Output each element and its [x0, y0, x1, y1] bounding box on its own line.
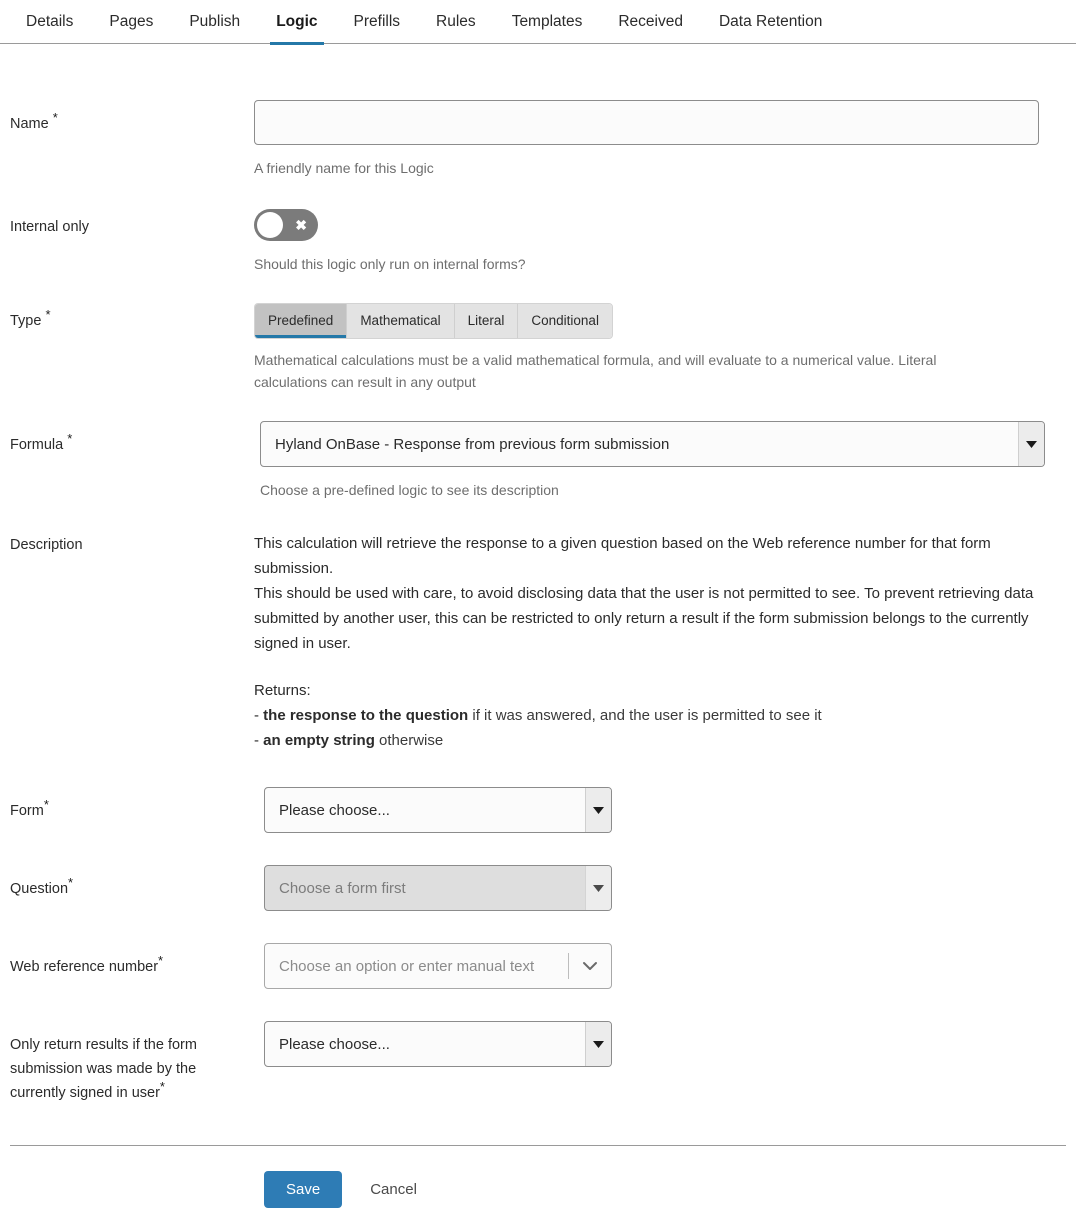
return-1-rest: if it was answered, and the user is perm…: [468, 707, 822, 724]
internal-only-label: Internal only: [10, 219, 89, 235]
type-option-predefined[interactable]: Predefined: [255, 304, 348, 338]
description-label: Description: [10, 537, 83, 553]
field-row-web-reference-number: Web reference number* Choose an option o…: [0, 943, 1076, 989]
type-hint: Mathematical calculations must be a vali…: [254, 352, 937, 390]
form-select[interactable]: Please choose...: [264, 787, 612, 833]
type-segmented-control: Predefined Mathematical Literal Conditio…: [254, 303, 613, 339]
only-return-results-label-col: Only return results if the form submissi…: [0, 1021, 254, 1105]
form-label: Form: [10, 803, 44, 819]
formula-hint: Choose a pre-defined logic to see its de…: [260, 482, 559, 498]
cancel-button[interactable]: Cancel: [364, 1180, 423, 1199]
name-required-asterisk: *: [52, 110, 58, 126]
only-return-results-select[interactable]: Please choose...: [264, 1021, 612, 1067]
tab-details[interactable]: Details: [8, 0, 91, 44]
only-return-results-required-asterisk: *: [159, 1079, 165, 1095]
tab-data-retention[interactable]: Data Retention: [701, 0, 840, 44]
type-field-col: Predefined Mathematical Literal Conditio…: [254, 303, 1076, 393]
field-row-formula: Formula * Hyland OnBase - Response from p…: [0, 421, 1076, 501]
logic-form: Name * A friendly name for this Logic Int…: [0, 44, 1076, 1208]
web-reference-number-placeholder: Choose an option or enter manual text: [279, 957, 535, 975]
web-reference-number-label-col: Web reference number*: [0, 943, 254, 979]
formula-required-asterisk: *: [67, 431, 73, 447]
description-return-item-1: - the response to the question if it was…: [254, 703, 1044, 728]
formula-select-value: Hyland OnBase - Response from previous f…: [275, 435, 670, 453]
field-row-only-return-results: Only return results if the form submissi…: [0, 1021, 1076, 1105]
chevron-down-icon[interactable]: [569, 961, 611, 971]
description-label-col: Description: [0, 531, 254, 557]
tab-rules[interactable]: Rules: [418, 0, 494, 44]
return-2-bold: an empty string: [263, 732, 375, 749]
formula-label: Formula: [10, 437, 64, 453]
type-option-literal[interactable]: Literal: [454, 304, 519, 338]
chevron-down-icon: [585, 1022, 611, 1066]
tab-publish[interactable]: Publish: [171, 0, 258, 44]
question-field-col: Choose a form first: [254, 865, 1076, 911]
tab-logic[interactable]: Logic: [258, 0, 335, 45]
tab-templates[interactable]: Templates: [494, 0, 601, 44]
field-row-type: Type * Predefined Mathematical Literal Co…: [0, 303, 1076, 393]
name-input[interactable]: [254, 100, 1039, 145]
return-2-prefix: -: [254, 732, 264, 749]
description-returns-label: Returns:: [254, 682, 311, 699]
type-label: Type: [10, 313, 42, 329]
name-label-col: Name *: [0, 100, 254, 136]
internal-only-hint: Should this logic only run on internal f…: [254, 256, 526, 272]
question-select[interactable]: Choose a form first: [264, 865, 612, 911]
formula-field-col: Hyland OnBase - Response from previous f…: [254, 421, 1076, 501]
formula-label-col: Formula *: [0, 421, 254, 457]
name-hint: A friendly name for this Logic: [254, 160, 434, 176]
tab-received[interactable]: Received: [600, 0, 701, 44]
name-label: Name: [10, 116, 49, 132]
field-row-question: Question* Choose a form first: [0, 865, 1076, 911]
question-label-col: Question*: [0, 865, 254, 901]
only-return-results-label: Only return results if the form submissi…: [10, 1037, 197, 1101]
description-return-item-2: - an empty string otherwise: [254, 728, 1044, 753]
field-row-internal-only: Internal only ✖ Should this logic only r…: [0, 209, 1076, 275]
form-label-col: Form*: [0, 787, 254, 823]
internal-only-toggle[interactable]: ✖: [254, 209, 318, 241]
chevron-down-icon: [585, 788, 611, 832]
description-body: This calculation will retrieve the respo…: [254, 531, 1044, 753]
web-reference-number-field-col: Choose an option or enter manual text: [254, 943, 1076, 989]
formula-select[interactable]: Hyland OnBase - Response from previous f…: [260, 421, 1045, 467]
form-required-asterisk: *: [43, 797, 49, 813]
return-1-prefix: -: [254, 707, 264, 724]
internal-only-label-col: Internal only: [0, 209, 254, 239]
field-row-description: Description This calculation will retrie…: [0, 531, 1076, 753]
question-required-asterisk: *: [68, 875, 74, 891]
save-button[interactable]: Save: [264, 1171, 343, 1208]
form-field-col: Please choose...: [254, 787, 1076, 833]
field-row-form: Form* Please choose...: [0, 787, 1076, 833]
field-row-name: Name * A friendly name for this Logic: [0, 100, 1076, 179]
tab-prefills[interactable]: Prefills: [336, 0, 419, 44]
web-reference-number-label: Web reference number: [10, 959, 159, 975]
footer-actions: Save Cancel: [0, 1146, 1076, 1208]
type-required-asterisk: *: [45, 307, 51, 323]
chevron-down-icon: [585, 866, 611, 910]
cross-icon: ✖: [295, 217, 307, 233]
question-label: Question: [10, 881, 69, 897]
only-return-results-select-value: Please choose...: [279, 1035, 390, 1053]
form-select-value: Please choose...: [279, 801, 390, 819]
return-2-rest: otherwise: [374, 732, 444, 749]
type-label-col: Type *: [0, 303, 254, 333]
toggle-knob: [257, 212, 283, 238]
only-return-results-field-col: Please choose...: [254, 1021, 1076, 1067]
question-select-value: Choose a form first: [279, 879, 406, 897]
web-reference-number-required-asterisk: *: [158, 953, 164, 969]
description-paragraph-1: This calculation will retrieve the respo…: [254, 535, 991, 577]
description-field-col: This calculation will retrieve the respo…: [254, 531, 1076, 753]
tab-bar: Details Pages Publish Logic Prefills Rul…: [0, 0, 1076, 45]
internal-only-field-col: ✖ Should this logic only run on internal…: [254, 209, 1076, 275]
chevron-down-icon: [1018, 422, 1044, 466]
return-1-bold: the response to the question: [263, 707, 469, 724]
name-field-col: A friendly name for this Logic: [254, 100, 1076, 179]
tab-pages[interactable]: Pages: [91, 0, 171, 44]
description-paragraph-2: This should be used with care, to avoid …: [254, 585, 1034, 652]
type-option-mathematical[interactable]: Mathematical: [347, 304, 455, 338]
type-option-conditional[interactable]: Conditional: [518, 304, 612, 338]
web-reference-number-combobox[interactable]: Choose an option or enter manual text: [264, 943, 612, 989]
